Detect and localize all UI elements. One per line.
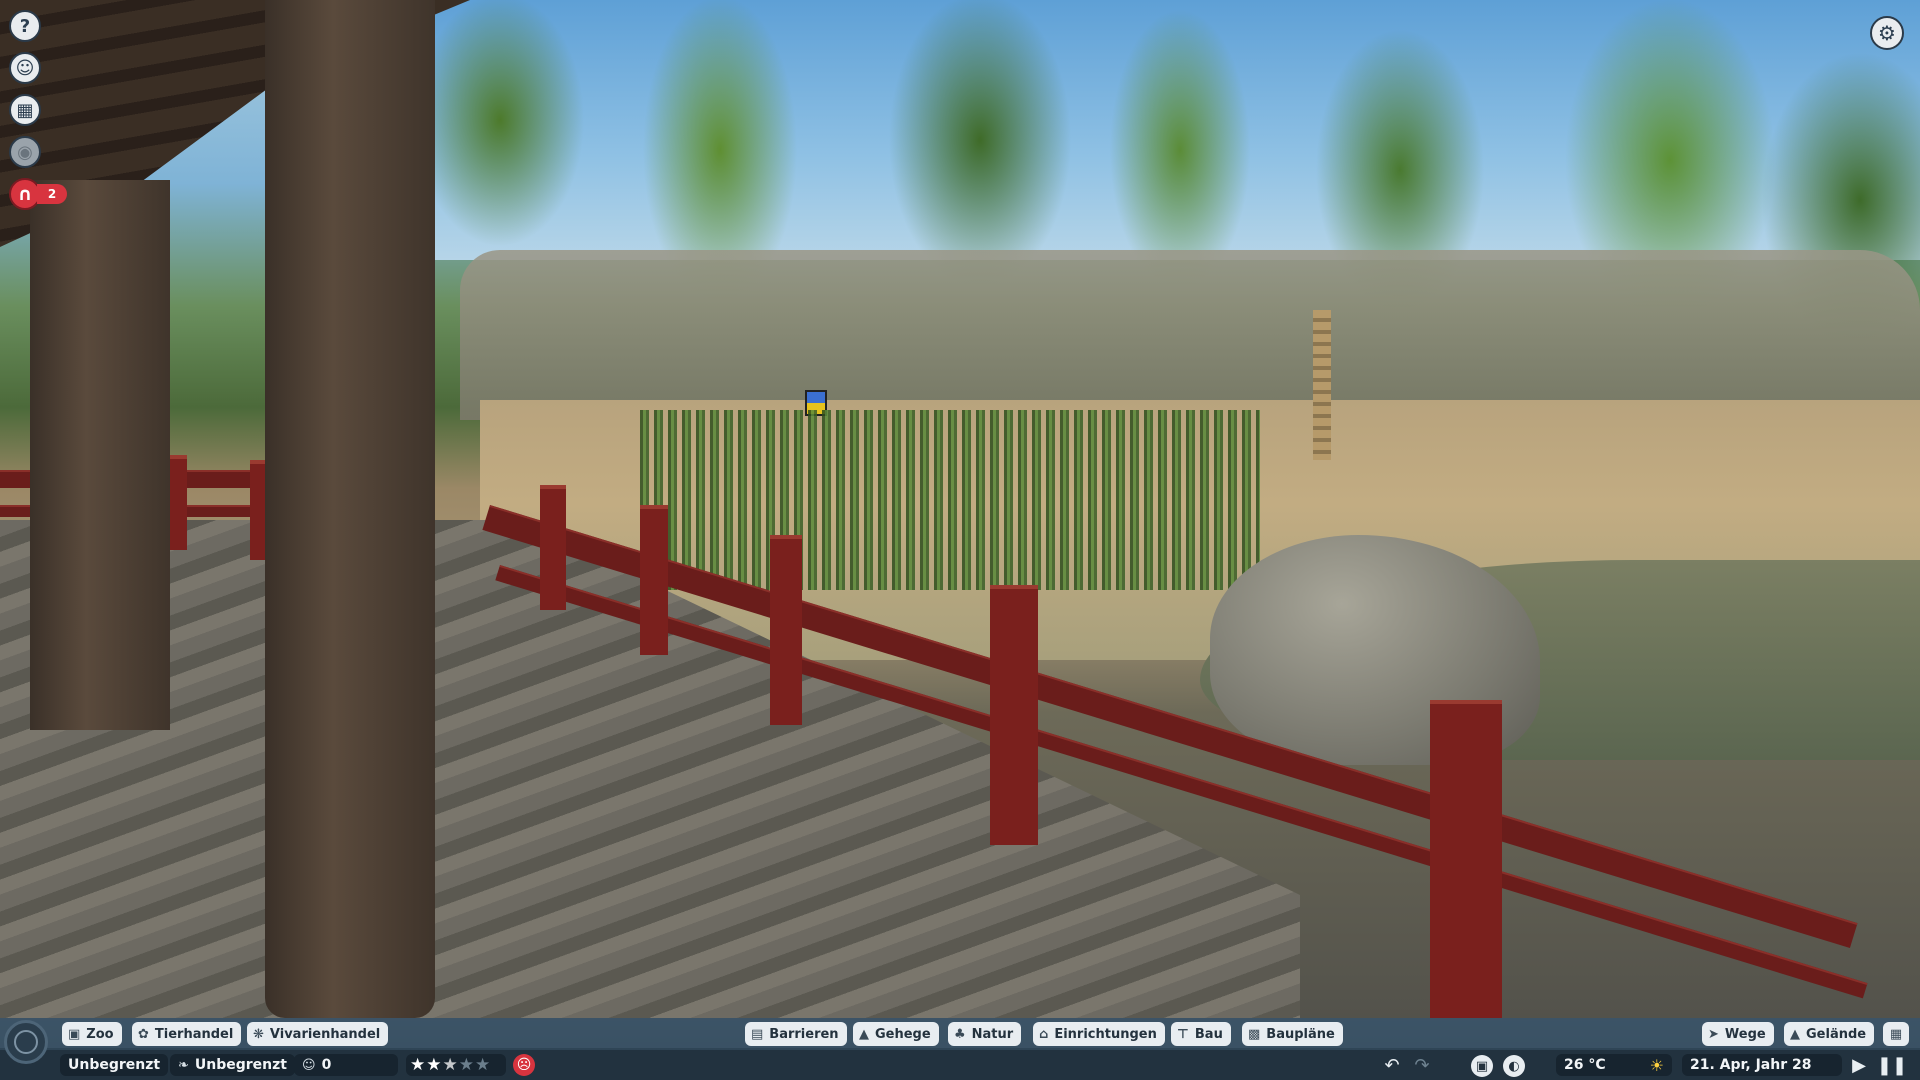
date-display[interactable]: 21. Apr, Jahr 28 [1682,1054,1842,1076]
alert-count-badge: 2 [37,184,67,204]
insect-icon: ❋ [253,1026,264,1042]
climbing-pole [1313,310,1331,460]
sun-icon: ☀ [1649,1055,1664,1075]
tab-label: Einrichtungen [1054,1026,1157,1042]
railing-post [990,585,1038,845]
weather-display[interactable]: 26 °C ☀ [1556,1054,1672,1076]
play-speed-icon[interactable]: ▶ [1847,1053,1871,1077]
railing-post [770,535,802,725]
guests-icon: ☺ [302,1057,316,1073]
cattail-reeds [640,410,1260,590]
time-icon[interactable]: ◐ [1503,1055,1525,1077]
circle-icon [14,1030,38,1054]
camera-mode-icon[interactable]: ▣ [1471,1055,1493,1077]
date-value: 21. Apr, Jahr 28 [1690,1057,1812,1073]
animal-face-icon[interactable]: ☺ [9,52,41,84]
paw-icon: ✿ [138,1026,149,1042]
left-menu: ? ☺ ▦ ◉ ∩ 2 [9,10,67,212]
game-viewport[interactable] [0,0,1920,1018]
tab-gelaende[interactable]: ▲ Gelände [1784,1022,1875,1046]
tab-label: Barrieren [769,1026,839,1042]
tab-gehege[interactable]: ▲ Gehege [853,1022,939,1046]
research-value: Unbegrenzt [194,1057,287,1073]
wooden-pillar [30,180,170,730]
wooden-pillar [265,0,435,1018]
undo-icon[interactable]: ↶ [1380,1053,1404,1077]
money-display[interactable]: Unbegrenzt [60,1054,169,1076]
money-value: Unbegrenzt [68,1057,161,1073]
terrain-icon: ▲ [1790,1026,1800,1042]
tab-tierhandel[interactable]: ✿ Tierhandel [132,1022,242,1046]
tab-label: Baupläne [1266,1026,1335,1042]
tab-bau[interactable]: ⊤ Bau [1171,1022,1231,1046]
tab-label: Gelände [1806,1026,1867,1042]
zoo-rating[interactable]: ★ ★ ★ ★ ★ [406,1054,506,1076]
star-icon: ★ [426,1055,442,1075]
tab-einrichtungen[interactable]: ⌂ Einrichtungen [1033,1022,1165,1046]
pause-icon[interactable]: ❚❚ [1877,1053,1907,1077]
leaf-icon: ❧ [178,1057,189,1073]
tab-label: Natur [971,1026,1014,1042]
half-star-icon: ★ [442,1055,458,1075]
rock-wall [460,250,1920,420]
star-icon: ★ [475,1055,491,1075]
tree-icon: ♣ [954,1026,966,1042]
railing-post [1430,700,1502,1018]
guest-count-display[interactable]: ☺ 0 [294,1054,398,1076]
tab-label: Wege [1724,1026,1766,1042]
tab-label: Zoo [86,1026,114,1042]
habitat-icon: ▲ [859,1026,869,1042]
calendar-icon[interactable]: ▦ [9,94,41,126]
construction-icon: ⊤ [1177,1026,1189,1042]
grid-icon: ▦ [1889,1026,1903,1042]
railing-post [540,485,566,610]
question-icon[interactable]: ? [9,10,41,42]
star-icon: ★ [458,1055,474,1075]
tab-zoo[interactable]: ▣ Zoo [62,1022,122,1046]
tab-bauplaene[interactable]: ▩ Baupläne [1242,1022,1343,1046]
redo-icon[interactable]: ↷ [1410,1053,1434,1077]
toggle-panel-button[interactable]: ▦ [1883,1022,1909,1046]
temperature-value: 26 °C [1564,1057,1606,1073]
tab-barrieren[interactable]: ▤ Barrieren [745,1022,847,1046]
tab-label: Vivarienhandel [269,1026,381,1042]
tab-vivarienhandel[interactable]: ❋ Vivarienhandel [247,1022,389,1046]
fence-icon: ▤ [751,1026,764,1042]
gear-icon[interactable]: ⚙ [1870,16,1904,50]
blueprint-icon: ▩ [1248,1026,1261,1042]
zoo-icon: ▣ [68,1026,81,1042]
alert-notification[interactable]: ∩ 2 [9,178,79,212]
star-icon: ★ [410,1055,426,1075]
railing-post [640,505,668,655]
sad-face-icon[interactable]: ☹ [513,1054,535,1076]
tab-wege[interactable]: ➤ Wege [1702,1022,1774,1046]
research-display[interactable]: ❧ Unbegrenzt [170,1054,295,1076]
tab-label: Tierhandel [154,1026,234,1042]
path-icon: ➤ [1708,1026,1719,1042]
tab-natur[interactable]: ♣ Natur [948,1022,1022,1046]
eye-icon[interactable]: ◉ [9,136,41,168]
main-menu-button[interactable] [4,1020,48,1064]
tab-label: Bau [1194,1026,1223,1042]
guest-count: 0 [321,1057,332,1073]
tab-label: Gehege [875,1026,931,1042]
building-icon: ⌂ [1039,1026,1049,1042]
